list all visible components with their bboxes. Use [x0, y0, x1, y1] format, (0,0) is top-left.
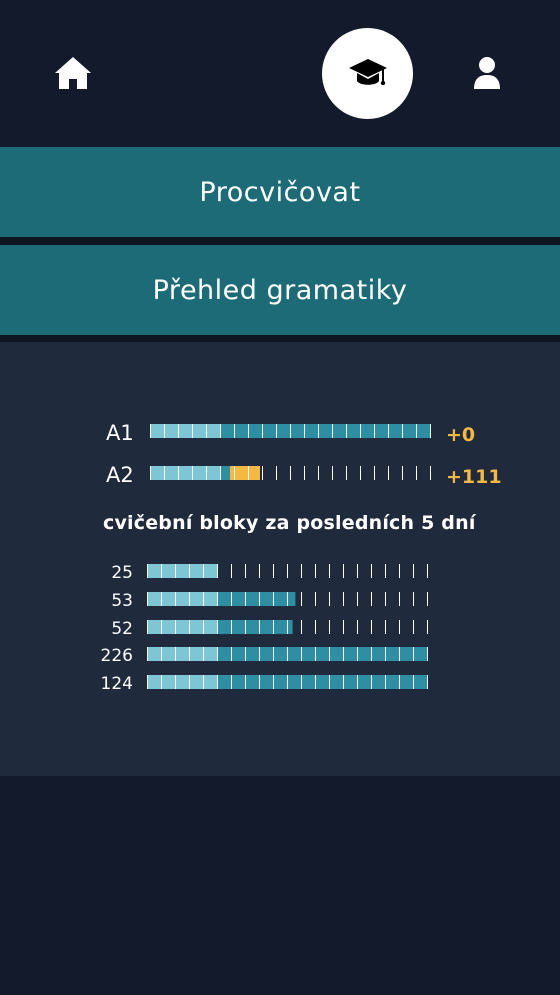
bar-fill-progress [217, 620, 293, 634]
level-label-a2: A2 [106, 463, 134, 487]
day-progress-bar [147, 647, 428, 661]
bar-fill-progress [220, 424, 430, 438]
progress-panel [0, 342, 560, 776]
level-label-a1: A1 [106, 421, 134, 445]
level-gain-a2: +111 [446, 466, 502, 488]
user-icon[interactable] [466, 52, 508, 94]
bar-fill-initial [147, 647, 217, 661]
day-count: 25 [111, 563, 133, 583]
day-progress-bar [147, 592, 428, 606]
grammar-overview-button-label: Přehled gramatiky [152, 274, 408, 306]
level-progress-bar-a1 [150, 424, 431, 438]
day-progress-bar [147, 620, 428, 634]
bar-fill-initial [147, 592, 217, 606]
day-count: 226 [100, 646, 133, 666]
menu-divider [0, 335, 560, 342]
practice-button-label: Procvičovat [199, 176, 361, 208]
practice-button[interactable]: Procvičovat [0, 147, 560, 237]
bar-fill-initial [147, 620, 217, 634]
level-gain-a1: +0 [446, 424, 476, 446]
bar-fill-progress [220, 466, 230, 480]
bar-fill-initial [150, 424, 220, 438]
bar-fill-initial [147, 675, 217, 689]
bar-fill-progress [217, 647, 427, 661]
level-progress-bar-a2 [150, 466, 431, 480]
top-navigation [0, 0, 560, 147]
bar-fill-progress [217, 675, 427, 689]
day-progress-bar [147, 564, 428, 578]
menu-divider [0, 237, 560, 245]
day-count: 124 [100, 674, 133, 694]
graduation-cap-icon[interactable] [322, 28, 413, 119]
bar-fill-progress [217, 592, 296, 606]
bar-fill-initial [150, 466, 220, 480]
bar-fill-initial [147, 564, 217, 578]
recent-blocks-heading: cvičební bloky za posledních 5 dní [103, 512, 476, 534]
day-count: 52 [111, 619, 133, 639]
day-count: 53 [111, 591, 133, 611]
home-icon[interactable] [52, 52, 94, 94]
day-progress-bar [147, 675, 428, 689]
grammar-overview-button[interactable]: Přehled gramatiky [0, 245, 560, 335]
